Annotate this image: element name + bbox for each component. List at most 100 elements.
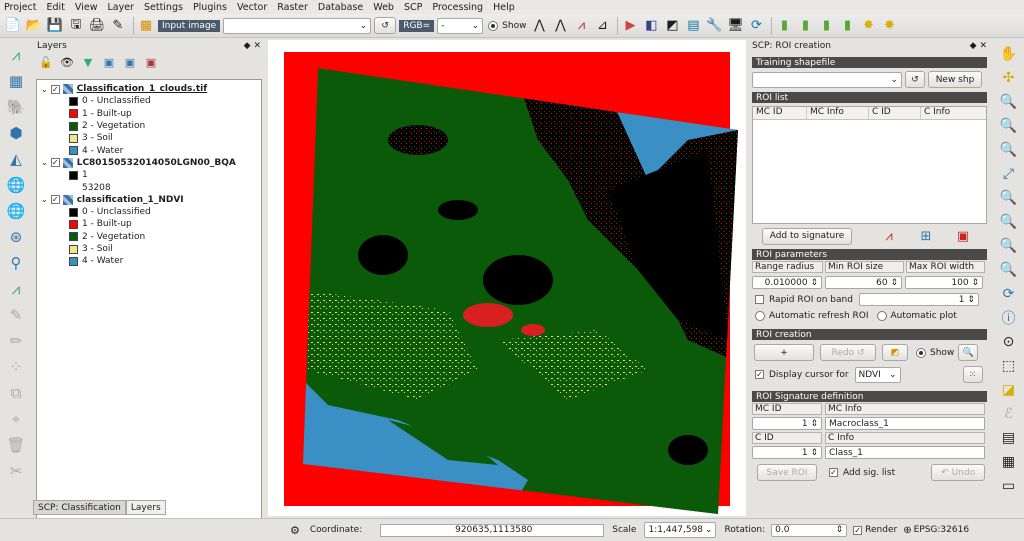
range-radius-spinbox[interactable]: 0.010000 ⇕ xyxy=(752,276,822,289)
filter-icon[interactable]: ▼ xyxy=(79,53,97,71)
create-roi-button[interactable]: + xyxy=(754,344,814,361)
histogram-3-icon[interactable]: ▮ xyxy=(817,17,835,35)
panel-controls[interactable]: ◆ ✕ xyxy=(970,41,987,51)
scale-combo[interactable]: 1:1,447,598 ⌄ xyxy=(644,522,717,538)
zoom-in-icon[interactable]: 🔍 xyxy=(998,91,1020,113)
add-vector-icon[interactable]: ⩘ xyxy=(5,44,27,66)
add-sig-list-checkbox[interactable]: ✓ xyxy=(829,468,838,477)
add-group-icon[interactable]: 👁 xyxy=(58,53,76,71)
save-as-icon[interactable]: 🖫 xyxy=(67,17,85,35)
scp-band-set-icon[interactable]: ▦ xyxy=(137,17,155,35)
zoom-last-icon[interactable]: 🔍 xyxy=(998,235,1020,257)
menu-layer[interactable]: Layer xyxy=(107,2,134,13)
field-calculator-icon[interactable]: ▦ xyxy=(998,451,1020,473)
add-delimited-text-icon[interactable]: ⚲ xyxy=(5,252,27,274)
render-checkbox[interactable]: ✓ xyxy=(853,525,863,535)
layer-visibility-checkbox[interactable]: ✓ xyxy=(50,195,60,205)
zoom-full-icon[interactable]: ⤢ xyxy=(998,163,1020,185)
auto-refresh-toggle[interactable] xyxy=(755,311,765,321)
add-wfs-icon[interactable]: ⊛ xyxy=(5,226,27,248)
pan-icon[interactable]: ✋ xyxy=(998,43,1020,65)
show-roi-radio[interactable] xyxy=(916,347,926,358)
rapid-roi-checkbox[interactable] xyxy=(755,295,764,304)
stretch-std-icon[interactable]: ⋀ xyxy=(551,17,569,35)
col-c-id[interactable]: C ID xyxy=(869,107,921,119)
layer-group-row[interactable]: ⌄ ✓ Classification_1_clouds.tif xyxy=(37,83,261,95)
layer-group-row[interactable]: ⌄ ✓ LC80150532014050LGN00_BQA xyxy=(37,157,261,169)
refresh-icon[interactable]: ⟳ xyxy=(998,283,1020,305)
layer-visibility-checkbox[interactable]: ✓ xyxy=(50,158,60,168)
crs-label[interactable]: EPSG:32616 xyxy=(914,525,969,535)
cursor-index-combo[interactable]: NDVI ⌄ xyxy=(854,366,901,383)
new-shp-button[interactable]: New shp xyxy=(928,71,982,88)
remove-layer-icon[interactable]: ▣ xyxy=(142,53,160,71)
spectral-plot-icon[interactable]: ⩘ xyxy=(572,17,590,35)
edit-icon[interactable]: ✎ xyxy=(109,17,127,35)
col-c-info[interactable]: C Info xyxy=(921,107,976,119)
menu-edit[interactable]: Edit xyxy=(47,2,65,13)
menu-processing[interactable]: Processing xyxy=(432,2,483,13)
menu-vector[interactable]: Vector xyxy=(237,2,267,13)
menu-web[interactable]: Web xyxy=(373,2,394,13)
add-to-signature-button[interactable]: Add to signature xyxy=(762,227,852,245)
calculator-icon[interactable]: ▤ xyxy=(684,17,702,35)
histogram-2-icon[interactable]: ▮ xyxy=(796,17,814,35)
add-wcs-icon[interactable]: 🌐 xyxy=(5,200,27,222)
open-project-icon[interactable]: 📂 xyxy=(25,17,43,35)
c-info-field[interactable]: Class_1 xyxy=(825,446,985,459)
stretch-icon[interactable]: ⋀ xyxy=(530,17,548,35)
zoom-roi-button[interactable]: 🔍 xyxy=(958,344,979,361)
refresh-shapefile-button[interactable]: ↺ xyxy=(905,71,925,88)
coordinate-field[interactable]: 920635,1113580 xyxy=(380,523,605,537)
expand-all-icon[interactable]: ▣ xyxy=(100,53,118,71)
new-layer-icon[interactable]: ⩘ xyxy=(5,278,27,300)
panel-controls[interactable]: ◆ ✕ xyxy=(244,41,261,51)
display-cursor-checkbox[interactable]: ✓ xyxy=(755,370,764,379)
mc-info-field[interactable]: Macroclass_1 xyxy=(825,417,985,430)
monitor-icon[interactable]: 🖥 xyxy=(726,17,744,35)
auto-plot-toggle[interactable] xyxy=(876,311,887,321)
refresh-input-button[interactable]: ↺ xyxy=(374,17,397,34)
redo-roi-button[interactable]: Redo ↺ xyxy=(820,344,876,361)
mc-id-spinbox[interactable]: 1 ⇕ xyxy=(752,417,822,430)
max-roi-width-spinbox[interactable]: 100 ⇕ xyxy=(905,276,983,289)
layers-tree[interactable]: ⌄ ✓ Classification_1_clouds.tif 0 - Unclass… xyxy=(36,79,262,533)
add-raster-icon[interactable]: ▦ xyxy=(5,70,27,92)
layer-style-icon[interactable]: 🔓 xyxy=(37,53,55,71)
add-wms-icon[interactable]: 🌐 xyxy=(5,174,27,196)
menu-settings[interactable]: Settings xyxy=(144,2,183,13)
reload-icon[interactable]: ⟳ xyxy=(747,17,765,35)
tab-scp-classification[interactable]: SCP: Classification xyxy=(33,500,126,515)
scatter-icon[interactable]: ⊞ xyxy=(917,227,935,245)
preview-pointer-icon[interactable]: ◩ xyxy=(663,17,681,35)
menu-help[interactable]: Help xyxy=(493,2,515,13)
menu-project[interactable]: Project xyxy=(4,2,37,13)
menu-plugins[interactable]: Plugins xyxy=(193,2,227,13)
tab-layers[interactable]: Layers xyxy=(125,500,166,515)
map-tips-icon[interactable]: ▭ xyxy=(998,475,1020,497)
save-roi-button[interactable]: Save ROI xyxy=(757,464,817,481)
input-image-combo[interactable]: ⌄ xyxy=(223,17,372,34)
cursor-settings-button[interactable]: ⁙ xyxy=(962,366,983,383)
messages-icon[interactable]: ⚙ xyxy=(290,524,300,537)
add-postgis-icon[interactable]: 🐘 xyxy=(5,96,27,118)
col-mc-id[interactable]: MC ID xyxy=(753,107,807,119)
menu-scp[interactable]: SCP xyxy=(404,2,422,13)
attribute-table-icon[interactable]: ▤ xyxy=(998,427,1020,449)
rotation-spinbox[interactable]: 0.0 ⇕ xyxy=(771,523,848,537)
col-mc-info[interactable]: MC Info xyxy=(807,107,869,119)
histogram-icon[interactable]: ▮ xyxy=(775,17,793,35)
scatter-plot-icon[interactable]: ⊿ xyxy=(593,17,611,35)
select-rect-icon[interactable]: ⬚ xyxy=(998,355,1020,377)
save-project-icon[interactable]: 💾 xyxy=(46,17,64,35)
measure-icon[interactable]: ℰ xyxy=(998,403,1020,425)
layer-group-row[interactable]: ⌄ ✓ classification_1_NDVI xyxy=(37,194,261,206)
delete-roi-icon[interactable]: ▣ xyxy=(954,227,972,245)
roi-list-table[interactable]: MC ID MC Info C ID C Info xyxy=(752,106,987,224)
training-shapefile-combo[interactable]: ⌄ xyxy=(752,71,902,88)
zoom-next-icon[interactable]: 🔍 xyxy=(998,259,1020,281)
rgb-combo[interactable]: - ⌄ xyxy=(437,17,484,34)
undo-button[interactable]: ↶ Undo xyxy=(931,464,986,481)
deselect-icon[interactable]: ◪ xyxy=(998,379,1020,401)
wrench-icon[interactable]: 🔧 xyxy=(705,17,723,35)
